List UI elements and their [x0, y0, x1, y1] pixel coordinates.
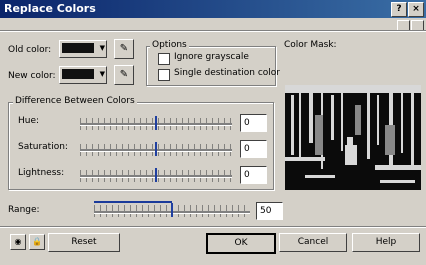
lock-icon[interactable]: 🔒 — [29, 234, 45, 250]
window-title: Replace Colors — [4, 2, 96, 15]
help-button[interactable]: Help — [352, 233, 420, 252]
new-color-label: New color: — [8, 71, 56, 81]
ignore-grayscale-label: Ignore grayscale — [174, 52, 249, 62]
hue-value[interactable]: 0 — [240, 114, 267, 132]
hue-label: Hue: — [18, 116, 40, 126]
single-destination-checkbox[interactable] — [158, 69, 170, 81]
color-mask-preview — [285, 85, 421, 190]
saturation-slider-thumb[interactable] — [155, 142, 157, 156]
help-title-button[interactable]: ? — [391, 2, 407, 17]
saturation-value[interactable]: 0 — [240, 140, 267, 158]
old-color-picker[interactable]: ▼ — [59, 40, 107, 58]
range-slider-thumb[interactable] — [171, 203, 173, 217]
chevron-down-icon: ▼ — [99, 70, 105, 78]
saturation-label: Saturation: — [18, 142, 68, 152]
lightness-slider-thumb[interactable] — [155, 168, 157, 182]
range-fill — [94, 201, 172, 203]
cancel-button[interactable]: Cancel — [279, 233, 347, 252]
toolbar-separator — [0, 30, 426, 32]
hue-slider-thumb[interactable] — [155, 116, 157, 130]
range-value[interactable]: 50 — [256, 202, 283, 220]
reset-button[interactable]: Reset — [48, 233, 120, 252]
new-color-swatch — [62, 69, 94, 79]
eyedropper-icon[interactable]: ✎ — [114, 39, 134, 59]
close-button[interactable]: × — [408, 2, 424, 17]
preview-eye-icon[interactable]: ◉ — [10, 234, 26, 250]
lightness-value[interactable]: 0 — [240, 166, 267, 184]
single-destination-label: Single destination color — [174, 68, 280, 78]
range-label: Range: — [8, 205, 40, 215]
ignore-grayscale-checkbox[interactable] — [158, 53, 170, 65]
mask-image — [285, 85, 421, 190]
options-legend: Options — [150, 40, 189, 50]
lightness-label: Lightness: — [18, 168, 65, 178]
old-color-swatch — [62, 43, 94, 53]
old-color-label: Old color: — [8, 45, 52, 55]
color-mask-label: Color Mask: — [284, 40, 337, 50]
bottom-separator — [0, 226, 426, 228]
new-color-picker[interactable]: ▼ — [59, 66, 107, 84]
difference-legend: Difference Between Colors — [13, 96, 137, 106]
ok-button[interactable]: OK — [206, 233, 276, 254]
eyedropper-icon[interactable]: ✎ — [114, 65, 134, 85]
chevron-down-icon: ▼ — [99, 44, 105, 52]
